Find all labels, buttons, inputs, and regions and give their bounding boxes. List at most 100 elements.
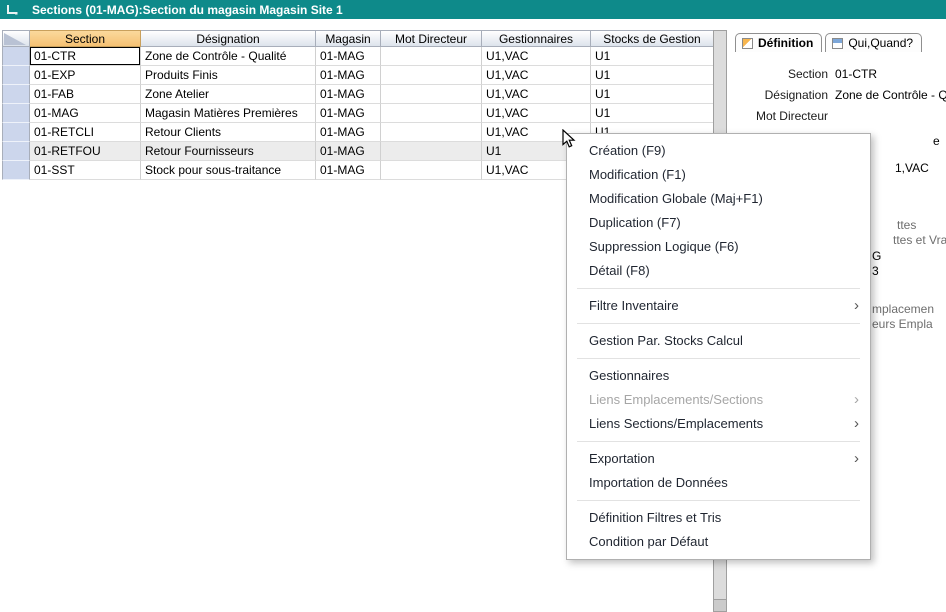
corner-triangle-icon xyxy=(4,33,26,45)
grid-cell-designation[interactable]: Stock pour sous-traitance xyxy=(141,161,316,180)
panel-text-fragment: e xyxy=(933,134,940,148)
column-header-mot-directeur[interactable]: Mot Directeur xyxy=(381,30,482,47)
row-selector[interactable] xyxy=(2,161,30,180)
menu-item-gestion-par-stocks-calcul[interactable]: Gestion Par. Stocks Calcul xyxy=(567,329,870,353)
menu-item-label: Gestionnaires xyxy=(589,368,669,383)
grid-cell-gestionnaires[interactable]: U1,VAC xyxy=(482,47,591,66)
grid-cell-section[interactable]: 01-SST xyxy=(30,161,141,180)
grid-cell-gestionnaires[interactable]: U1,VAC xyxy=(482,104,591,123)
tab-label: Qui,Quand? xyxy=(848,36,913,50)
tab-d-finition[interactable]: Définition xyxy=(735,33,822,52)
grid-cell-section[interactable]: 01-RETFOU xyxy=(30,142,141,161)
table-row: 01-EXPProduits Finis01-MAG U1,VACU1 xyxy=(2,66,714,85)
panel-text-fragment: 3 xyxy=(872,264,879,278)
column-header-d-signation[interactable]: Désignation xyxy=(141,30,316,47)
grid-cell-stocks[interactable]: U1 xyxy=(591,47,714,66)
grid-cell-gestionnaires[interactable]: U1,VAC xyxy=(482,66,591,85)
panel-text-fragment: mplacemen xyxy=(872,302,934,316)
menu-item-label: Modification (F1) xyxy=(589,167,686,182)
menu-separator xyxy=(577,323,860,324)
grid-cell-magasin[interactable]: 01-MAG xyxy=(316,47,381,66)
menu-item-d-finition-filtres-et-tris[interactable]: Définition Filtres et Tris xyxy=(567,506,870,530)
menu-item-modification-f1[interactable]: Modification (F1) xyxy=(567,163,870,187)
menu-separator xyxy=(577,288,860,289)
grid-cell-section[interactable]: 01-CTR xyxy=(30,47,141,66)
row-selector[interactable] xyxy=(2,104,30,123)
grid-cell-mot_directeur[interactable] xyxy=(381,142,482,161)
grid-cell-magasin[interactable]: 01-MAG xyxy=(316,161,381,180)
row-selector[interactable] xyxy=(2,66,30,85)
grid-cell-mot_directeur[interactable] xyxy=(381,47,482,66)
menu-item-d-tail-f8[interactable]: Détail (F8) xyxy=(567,259,870,283)
menu-item-label: Définition Filtres et Tris xyxy=(589,510,721,525)
grid-cell-mot_directeur[interactable] xyxy=(381,161,482,180)
grid-cell-designation[interactable]: Retour Fournisseurs xyxy=(141,142,316,161)
menu-item-label: Modification Globale (Maj+F1) xyxy=(589,191,763,206)
panel-text-fragment: G xyxy=(872,249,881,263)
field-value: 01-CTR xyxy=(835,67,946,81)
row-selector[interactable] xyxy=(2,142,30,161)
grid-cell-designation[interactable]: Produits Finis xyxy=(141,66,316,85)
table-row: 01-MAGMagasin Matières Premières01-MAG U1… xyxy=(2,104,714,123)
grid-cell-magasin[interactable]: 01-MAG xyxy=(316,104,381,123)
row-selector[interactable] xyxy=(2,85,30,104)
menu-item-exportation[interactable]: Exportation › xyxy=(567,447,870,471)
menu-item-label: Importation de Données xyxy=(589,475,728,490)
grid-cell-section[interactable]: 01-EXP xyxy=(30,66,141,85)
grid-cell-magasin[interactable]: 01-MAG xyxy=(316,66,381,85)
menu-item-label: Exportation xyxy=(589,451,655,466)
menu-item-suppression-logique-f6[interactable]: Suppression Logique (F6) xyxy=(567,235,870,259)
submenu-arrow-icon: › xyxy=(854,447,859,471)
grid-cell-designation[interactable]: Zone de Contrôle - Qualité xyxy=(141,47,316,66)
grid-cell-gestionnaires[interactable]: U1,VAC xyxy=(482,85,591,104)
select-all-corner[interactable] xyxy=(2,30,30,47)
grid-cell-mot_directeur[interactable] xyxy=(381,85,482,104)
menu-item-label: Gestion Par. Stocks Calcul xyxy=(589,333,743,348)
grid-cell-designation[interactable]: Zone Atelier xyxy=(141,85,316,104)
context-menu: Création (F9) Modification (F1) Modificati… xyxy=(566,133,871,560)
menu-separator xyxy=(577,500,860,501)
menu-item-duplication-f7[interactable]: Duplication (F7) xyxy=(567,211,870,235)
scrollbar-end-cap[interactable] xyxy=(714,599,726,611)
grid-cell-magasin[interactable]: 01-MAG xyxy=(316,85,381,104)
grid-cell-stocks[interactable]: U1 xyxy=(591,66,714,85)
field-row-d-signation: Désignation Zone de Contrôle - Qualité xyxy=(727,84,946,105)
menu-item-liens-emplacements-sections: Liens Emplacements/Sections› xyxy=(567,388,870,412)
field-label: Désignation xyxy=(727,88,828,102)
column-header-gestionnaires[interactable]: Gestionnaires xyxy=(482,30,591,47)
grid-cell-magasin[interactable]: 01-MAG xyxy=(316,123,381,142)
menu-item-liens-sections-emplacements[interactable]: Liens Sections/Emplacements› xyxy=(567,412,870,436)
panel-text-fragment: ttes et Vrac xyxy=(893,233,946,247)
grid-cell-designation[interactable]: Retour Clients xyxy=(141,123,316,142)
tab-qui-quand[interactable]: Qui,Quand? xyxy=(825,33,922,52)
grid-cell-section[interactable]: 01-FAB xyxy=(30,85,141,104)
menu-separator xyxy=(577,441,860,442)
menu-item-condition-par-d-faut[interactable]: Condition par Défaut xyxy=(567,530,870,554)
grid-cell-mot_directeur[interactable] xyxy=(381,66,482,85)
column-header-magasin[interactable]: Magasin xyxy=(316,30,381,47)
panel-fields: Section01-CTRDésignationZone de Contrôle… xyxy=(727,63,946,126)
window-title: Sections (01-MAG):Section du magasin Mag… xyxy=(32,3,343,17)
grid-cell-stocks[interactable]: U1 xyxy=(591,104,714,123)
row-selector[interactable] xyxy=(2,47,30,66)
table-row: 01-FABZone Atelier01-MAG U1,VACU1 xyxy=(2,85,714,104)
column-header-section[interactable]: Section xyxy=(30,30,141,47)
grid-cell-stocks[interactable]: U1 xyxy=(591,85,714,104)
column-header-stocks-de-gestion[interactable]: Stocks de Gestion xyxy=(591,30,714,47)
row-selector[interactable] xyxy=(2,123,30,142)
grid-cell-section[interactable]: 01-MAG xyxy=(30,104,141,123)
field-value: Zone de Contrôle - Qualité xyxy=(835,88,946,102)
grid-cell-section[interactable]: 01-RETCLI xyxy=(30,123,141,142)
menu-item-importation-de-donn-es[interactable]: Importation de Données xyxy=(567,471,870,495)
grid-cell-mot_directeur[interactable] xyxy=(381,104,482,123)
menu-item-cr-ation-f9[interactable]: Création (F9) xyxy=(567,139,870,163)
menu-item-filtre-inventaire[interactable]: Filtre Inventaire› xyxy=(567,294,870,318)
grid-header-row: SectionDésignationMagasinMot DirecteurGe… xyxy=(2,30,714,47)
menu-item-modification-globale-maj-f1[interactable]: Modification Globale (Maj+F1) xyxy=(567,187,870,211)
grid-cell-magasin[interactable]: 01-MAG xyxy=(316,142,381,161)
grid-cell-mot_directeur[interactable] xyxy=(381,123,482,142)
menu-item-label: Liens Emplacements/Sections xyxy=(589,392,763,407)
menu-item-gestionnaires[interactable]: Gestionnaires xyxy=(567,364,870,388)
grid-cell-designation[interactable]: Magasin Matières Premières xyxy=(141,104,316,123)
menu-item-label: Création (F9) xyxy=(589,143,666,158)
